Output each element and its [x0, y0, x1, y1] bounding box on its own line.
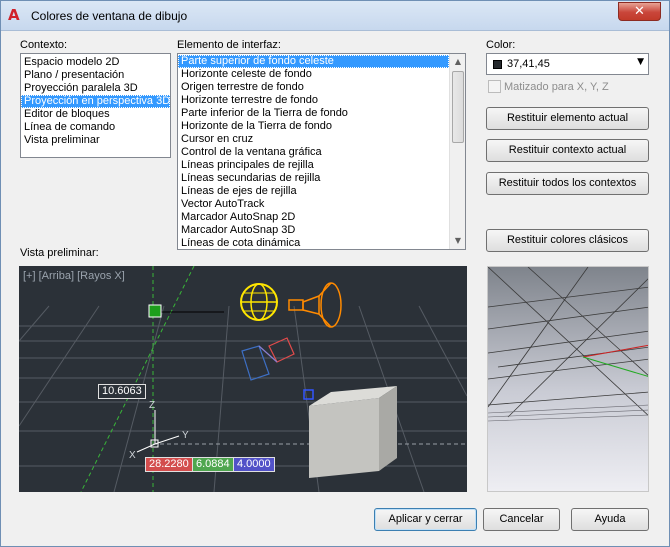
perspective-grid [488, 267, 648, 422]
viewport-controls-label: [+] [Arriba] [Rayos X] [23, 270, 125, 282]
context-list[interactable]: Espacio modelo 2D Plano / presentación Pro… [20, 53, 171, 158]
tint-xyz-checkbox[interactable] [488, 80, 501, 93]
element-list-scrollbar[interactable]: ▲ ▼ [449, 54, 465, 249]
context-list-item[interactable]: Espacio modelo 2D [21, 56, 170, 69]
preview-label: Vista preliminar: [20, 247, 99, 259]
autocad-a-icon: A [8, 6, 20, 24]
dialog-window: A Colores de ventana de dibujo ✕ Context… [0, 0, 670, 547]
box-object [309, 386, 397, 478]
interface-element-item[interactable]: Horizonte celeste de fondo [178, 68, 449, 81]
dialog-body: Contexto: Espacio modelo 2D Plano / prese… [8, 31, 663, 541]
camera-icon [241, 337, 295, 381]
context-list-item[interactable]: Editor de bloques [21, 108, 170, 121]
title-bar: A Colores de ventana de dibujo ✕ [1, 1, 669, 31]
interface-element-label: Elemento de interfaz: [177, 39, 281, 51]
context-list-item[interactable]: Proyección paralela 3D [21, 82, 170, 95]
interface-element-item[interactable]: Control de la ventana gráfica [178, 146, 449, 159]
spotlight-icon [288, 282, 342, 328]
interface-element-item[interactable]: Vector AutoTrack [178, 198, 449, 211]
interface-element-item[interactable]: Líneas secundarias de rejilla [178, 172, 449, 185]
axis-y-label: Y [182, 430, 189, 441]
scroll-down-arrow-icon[interactable]: ▼ [450, 233, 465, 249]
interface-element-item[interactable]: Origen terrestre de fondo [178, 81, 449, 94]
chevron-down-icon[interactable]: ▼ [637, 57, 644, 67]
cancel-button[interactable]: Cancelar [483, 508, 560, 531]
restore-all-contexts-button[interactable]: Restituir todos los contextos [486, 172, 649, 195]
tint-xyz-label: Matizado para X, Y, Z [504, 81, 609, 93]
preview-sky-panel [487, 266, 649, 492]
interface-element-item[interactable]: Marcador AutoSnap 2D [178, 211, 449, 224]
color-label: Color: [486, 39, 516, 51]
window-title: Colores de ventana de dibujo [31, 9, 188, 23]
coord-x-box: 28.2280 [145, 457, 193, 472]
context-list-item[interactable]: Proyección en perspectiva 3D [21, 95, 170, 108]
scroll-thumb[interactable] [452, 71, 464, 143]
restore-context-button[interactable]: Restituir contexto actual [486, 139, 649, 162]
context-list-item[interactable]: Línea de comando [21, 121, 170, 134]
context-list-item[interactable]: Plano / presentación [21, 69, 170, 82]
color-value: 37,41,45 [507, 58, 550, 70]
dynamic-dimension-box: 10.6063 [98, 384, 146, 399]
color-swatch [493, 60, 502, 69]
apply-close-button[interactable]: Aplicar y cerrar [374, 508, 477, 531]
context-label: Contexto: [20, 39, 68, 51]
interface-element-item[interactable]: Parte superior de fondo celeste [178, 55, 449, 68]
scroll-up-arrow-icon[interactable]: ▲ [450, 54, 465, 70]
axis-x-label: X [129, 450, 136, 461]
interface-element-item[interactable]: Marcador AutoSnap 3D [178, 224, 449, 237]
interface-element-list[interactable]: Parte superior de fondo celeste Horizonte… [177, 53, 466, 250]
axis-z-label: Z [149, 400, 155, 411]
interface-element-item[interactable]: Líneas de ejes de rejilla [178, 185, 449, 198]
interface-element-item[interactable]: Cursor en cruz [178, 133, 449, 146]
interface-element-item[interactable]: Líneas principales de rejilla [178, 159, 449, 172]
context-list-item[interactable]: Vista preliminar [21, 134, 170, 147]
help-button[interactable]: Ayuda [571, 508, 649, 531]
restore-classic-colors-button[interactable]: Restituir colores clásicos [486, 229, 649, 252]
interface-element-item[interactable]: Líneas de cota dinámica [178, 237, 449, 249]
interface-element-item[interactable]: Horizonte terrestre de fondo [178, 94, 449, 107]
coord-z-box: 4.0000 [233, 457, 275, 472]
color-dropdown[interactable]: 37,41,45 ▼ [486, 53, 649, 75]
preview-viewport: Z Y X [+] [Arriba] [Rayos X] 10.6063 28.… [19, 266, 467, 492]
autosnap-marker [148, 304, 162, 318]
interface-element-item[interactable]: Parte inferior de la Tierra de fondo [178, 107, 449, 120]
interface-element-item[interactable]: Horizonte de la Tierra de fondo [178, 120, 449, 133]
restore-element-button[interactable]: Restituir elemento actual [486, 107, 649, 130]
light-bulb-icon [240, 283, 278, 321]
close-button[interactable]: ✕ [618, 2, 661, 21]
coord-y-box: 6.0884 [192, 457, 234, 472]
